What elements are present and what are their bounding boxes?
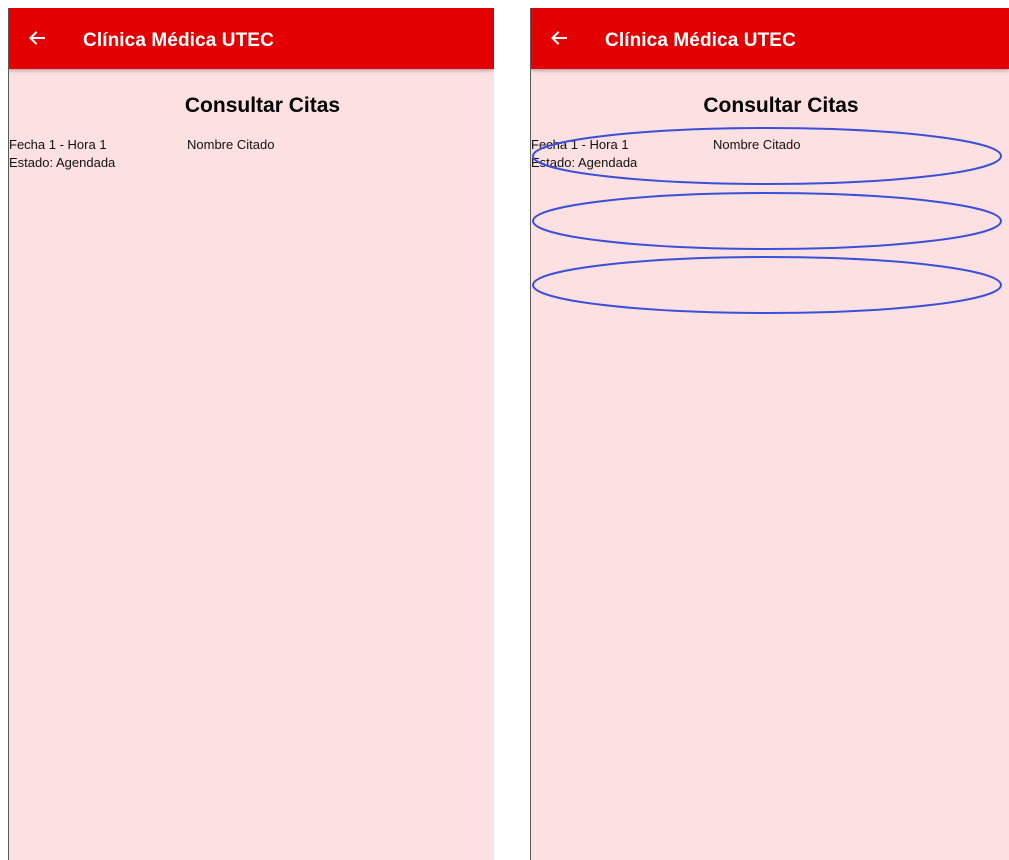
- cita-nombre: Nombre Citado: [187, 137, 275, 152]
- arrow-left-icon: [550, 29, 568, 47]
- cita-list-item[interactable]: Fecha 1 - Hora 1 Nombre Citado Estado: A…: [531, 134, 1009, 180]
- back-button[interactable]: [545, 24, 573, 52]
- app-bar: Clínica Médica UTEC: [531, 8, 1009, 69]
- annotation-ellipse-item-3: [532, 256, 1002, 314]
- app-bar: Clínica Médica UTEC: [9, 8, 494, 69]
- cita-estado-row: Estado: Agendada: [531, 155, 637, 170]
- page-title: Consultar Citas: [703, 94, 859, 117]
- cita-estado-row: Estado: Agendada: [9, 155, 115, 170]
- cita-list-item[interactable]: Fecha 1 - Hora 1 Nombre Citado Estado: A…: [9, 134, 494, 180]
- phone-screen-left: Clínica Médica UTEC Consultar Citas Fech…: [8, 8, 494, 860]
- arrow-left-icon: [28, 29, 46, 47]
- annotation-ellipse-item-2: [532, 192, 1002, 250]
- cita-estado-label: Estado:: [9, 155, 54, 170]
- app-title: Clínica Médica UTEC: [605, 30, 796, 51]
- page-title: Consultar Citas: [184, 94, 341, 117]
- cita-estado: Agendada: [578, 155, 638, 170]
- back-button[interactable]: [23, 24, 51, 52]
- cita-estado-label: Estado:: [531, 155, 576, 170]
- app-title: Clínica Médica UTEC: [83, 30, 274, 51]
- cita-estado: Agendada: [56, 155, 116, 170]
- cita-fecha-hora: Fecha 1 - Hora 1: [531, 137, 629, 152]
- cita-nombre: Nombre Citado: [713, 137, 801, 152]
- cita-fecha-hora: Fecha 1 - Hora 1: [9, 137, 107, 152]
- phone-screen-right: Clínica Médica UTEC Consultar Citas Fech…: [530, 8, 1009, 860]
